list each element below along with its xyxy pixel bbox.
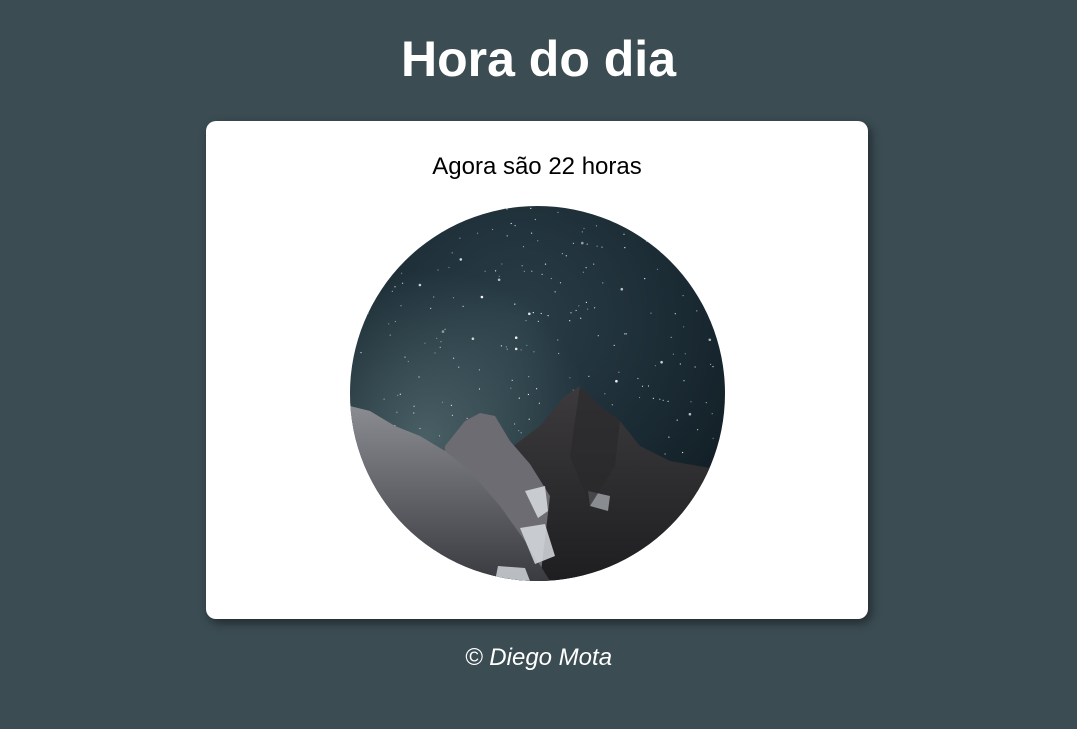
- night-mountain-image: [350, 206, 725, 581]
- time-of-day-image: [350, 206, 725, 581]
- footer-credit: © Diego Mota: [464, 644, 613, 671]
- page-title: Hora do dia: [400, 31, 677, 87]
- time-card: Agora são 22 horas: [206, 121, 868, 619]
- hour-message: Agora são 22 horas: [432, 153, 642, 180]
